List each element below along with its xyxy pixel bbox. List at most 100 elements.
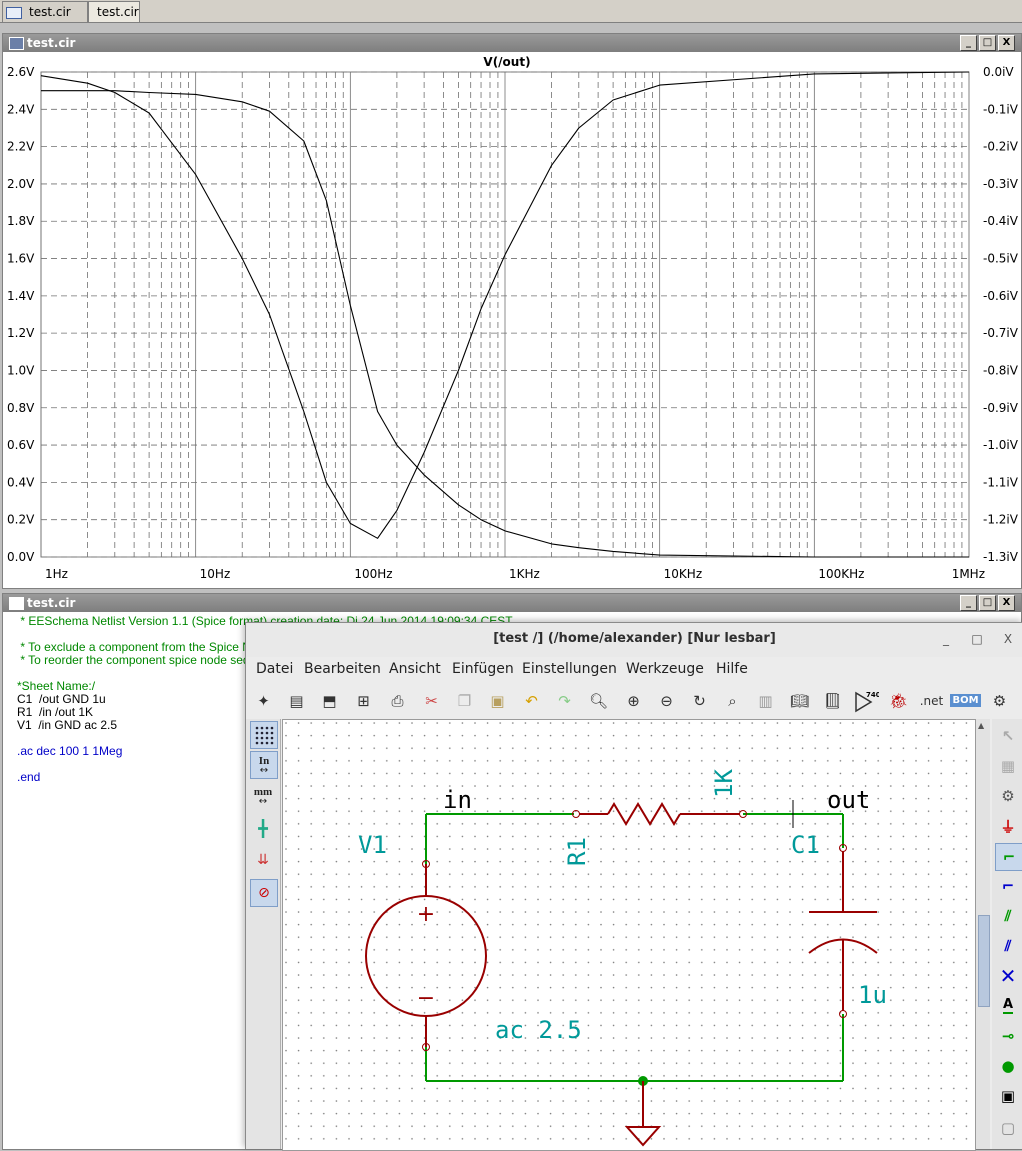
bom-icon[interactable]: BOM: [950, 687, 981, 714]
y-right-tick-label: -0.3iV: [983, 177, 1019, 191]
plot-grid: [40, 71, 970, 558]
close-button[interactable]: X: [998, 595, 1015, 611]
maximize-button[interactable]: □: [966, 629, 988, 649]
x-tick-label: 100KHz: [818, 567, 864, 581]
y-right-tick-label: -0.9iV: [983, 401, 1019, 415]
y-left-tick-label: 0.2V: [7, 513, 35, 527]
cursor-shape-icon[interactable]: ╋: [250, 815, 276, 841]
add-power-icon[interactable]: ⏚: [995, 813, 1021, 839]
tab-test-cir-2[interactable]: test.cir: [88, 1, 140, 22]
minimize-button[interactable]: _: [960, 595, 977, 611]
y-right-tick-label: -0.6iV: [983, 289, 1019, 303]
minimize-button[interactable]: _: [960, 35, 977, 51]
netlist-window-titlebar[interactable]: test.cir _ □ X: [3, 594, 1021, 612]
open-schematic-icon[interactable]: ▤: [283, 687, 310, 714]
copy-icon[interactable]: ❐: [451, 687, 478, 714]
add-global-label-icon[interactable]: ⊸: [995, 1023, 1021, 1049]
menu-hilfe[interactable]: Hilfe: [716, 661, 748, 677]
cut-icon[interactable]: ✂: [418, 687, 445, 714]
netlist-icon[interactable]: .net: [918, 687, 945, 714]
plot-window-titlebar[interactable]: test.cir _ □ X: [3, 34, 1021, 52]
erc-bug-icon[interactable]: 🐞︎: [885, 687, 912, 714]
maximize-button[interactable]: □: [979, 595, 996, 611]
add-component-icon[interactable]: ⚙: [995, 783, 1021, 809]
close-button[interactable]: X: [997, 629, 1019, 649]
add-junction-icon[interactable]: ●: [995, 1053, 1021, 1079]
eeschema-window-title: [test /] (/home/alexander) [Nur lesbar]: [493, 631, 776, 646]
library-browser-icon[interactable]: 📕︎: [819, 687, 846, 714]
annotate-label: 7402: [866, 691, 879, 699]
annotate-icon[interactable]: 7402: [852, 687, 879, 714]
chart-title: V(/out): [483, 55, 530, 69]
y-left-tick-label: 0.8V: [7, 401, 35, 415]
redo-icon[interactable]: ↷: [551, 687, 578, 714]
y-right-tick-label: -0.8iV: [983, 363, 1019, 377]
tab-label: test.cir: [97, 5, 139, 19]
y-left-tick-label: 2.6V: [7, 65, 35, 79]
menu-bearbeiten[interactable]: Bearbeiten: [304, 661, 381, 677]
y-right-tick-label: 0.0iV: [983, 65, 1014, 79]
netlist-line: *Sheet Name:/: [17, 679, 96, 693]
zoom-out-icon[interactable]: ⊖: [653, 687, 680, 714]
schematic-grid: [283, 720, 975, 1150]
pcbnew-icon[interactable]: ⚙: [986, 687, 1013, 714]
y-left-tick-label: 1.6V: [7, 252, 35, 266]
bus-wire-angle-icon[interactable]: ⊘: [250, 879, 278, 907]
no-connect-flag-icon[interactable]: ✕: [995, 963, 1021, 989]
y-left-tick-label: 2.4V: [7, 102, 35, 116]
netlist-line: .ac dec 100 1 1Meg: [17, 744, 123, 758]
bode-plot[interactable]: V(/out) 2.6V 2.4V 2.2V 2.0V 1.8V 1.6V 1.4V 1.2V…: [3, 52, 1021, 586]
waveform-icon: [6, 7, 22, 19]
y-left-tick-label: 0.0V: [7, 550, 35, 564]
menu-werkzeuge[interactable]: Werkzeuge: [626, 661, 704, 677]
r1-reference: R1: [563, 837, 591, 866]
zoom-fit-icon[interactable]: ⌕: [719, 687, 746, 714]
print-icon[interactable]: ⎙: [384, 687, 411, 714]
redraw-icon[interactable]: ↻: [686, 687, 713, 714]
new-schematic-icon[interactable]: ✦: [250, 687, 277, 714]
menu-einstellungen[interactable]: Einstellungen: [522, 661, 617, 677]
netlist-line: R1 /in /out 1K: [17, 705, 94, 719]
hidden-pins-icon[interactable]: ⇊: [250, 847, 276, 873]
schematic-canvas[interactable]: + − in out V1 ac 2.5 R1 1K C1 1u: [282, 719, 976, 1151]
eeschema-titlebar[interactable]: [test /] (/home/alexander) [Nur lesbar] …: [246, 623, 1022, 657]
hierarchy-icon[interactable]: ▦: [995, 753, 1021, 779]
vertical-scrollbar[interactable]: ▲: [976, 719, 990, 1149]
tab-test-cir-1[interactable]: test.cir: [2, 1, 88, 22]
bom-label: BOM: [950, 694, 981, 707]
add-bus-icon[interactable]: ⌐: [995, 873, 1021, 899]
hierarchy-navigator-icon[interactable]: ▥: [752, 687, 779, 714]
select-arrow-icon[interactable]: ↖: [995, 723, 1021, 749]
save-icon[interactable]: ⬒: [316, 687, 343, 714]
wire-to-bus-entry-icon[interactable]: ⫽: [995, 903, 1021, 929]
menu-einfuegen[interactable]: Einfügen: [452, 661, 514, 677]
paste-icon[interactable]: ▣: [484, 687, 511, 714]
add-sheet-icon[interactable]: ▢: [995, 1115, 1021, 1141]
maximize-button[interactable]: □: [979, 35, 996, 51]
close-button[interactable]: X: [998, 35, 1015, 51]
x-tick-label: 100Hz: [354, 567, 392, 581]
menu-ansicht[interactable]: Ansicht: [389, 661, 441, 677]
y-left-tick-label: 0.4V: [7, 475, 35, 489]
r1-value: 1K: [710, 769, 738, 798]
netlist-line: .end: [17, 770, 41, 784]
minimize-button[interactable]: _: [935, 629, 957, 649]
mdi-tab-strip: test.cir test.cir: [0, 0, 1022, 23]
page-settings-icon[interactable]: ⊞: [350, 687, 377, 714]
menu-datei[interactable]: Datei: [256, 661, 293, 677]
bus-to-bus-entry-icon[interactable]: ⫽: [995, 933, 1021, 959]
grid-toggle-icon[interactable]: [250, 721, 278, 749]
y-right-tick-label: -0.7iV: [983, 326, 1019, 340]
scrollbar-thumb[interactable]: [978, 915, 990, 1007]
zoom-in-icon[interactable]: ⊕: [620, 687, 647, 714]
add-net-label-icon[interactable]: A: [995, 993, 1021, 1019]
add-text-icon[interactable]: ▣: [995, 1083, 1021, 1109]
units-inch-button[interactable]: In ↔: [250, 751, 278, 779]
scroll-up-icon[interactable]: ▲: [978, 721, 984, 730]
c1-reference: C1: [791, 831, 820, 859]
units-mm-button[interactable]: mm ↔: [250, 783, 276, 809]
library-editor-icon[interactable]: 📖︎: [786, 687, 813, 714]
find-icon[interactable]: 🔍︎: [585, 687, 612, 714]
undo-icon[interactable]: ↶: [518, 687, 545, 714]
add-wire-icon[interactable]: ⌐: [995, 843, 1022, 871]
